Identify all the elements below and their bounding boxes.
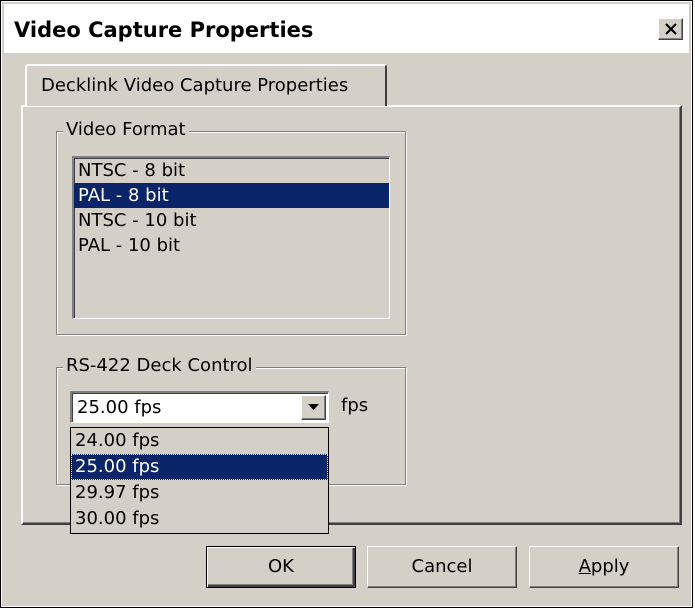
title-bar[interactable]: Video Capture Properties bbox=[4, 4, 689, 53]
list-item-ntsc-10-bit[interactable]: NTSC - 10 bit bbox=[74, 208, 389, 233]
close-button[interactable] bbox=[658, 18, 683, 40]
apply-label-rest: pply bbox=[590, 556, 630, 577]
deck-control-legend: RS-422 Deck Control bbox=[63, 355, 256, 376]
fps-unit-label: fps bbox=[341, 395, 369, 416]
video-capture-properties-dialog: Video Capture Properties Decklink Video … bbox=[0, 0, 693, 608]
chevron-down-icon bbox=[308, 404, 319, 410]
dropdown-button[interactable] bbox=[301, 395, 326, 420]
apply-button[interactable]: Apply bbox=[529, 546, 679, 588]
frame-rate-combobox[interactable]: 25.00 fps bbox=[70, 391, 329, 423]
option-29-97-fps[interactable]: 29.97 fps bbox=[71, 480, 328, 506]
cancel-button[interactable]: Cancel bbox=[367, 546, 517, 588]
video-format-legend: Video Format bbox=[63, 119, 189, 140]
ok-button[interactable]: OK bbox=[206, 546, 356, 588]
tab-label: Decklink Video Capture Properties bbox=[41, 75, 349, 96]
list-item-pal-10-bit[interactable]: PAL - 10 bit bbox=[74, 233, 389, 258]
list-item-ntsc-8-bit[interactable]: NTSC - 8 bit bbox=[74, 158, 389, 183]
tab-decklink-video-capture-properties[interactable]: Decklink Video Capture Properties bbox=[25, 64, 387, 106]
option-24-fps[interactable]: 24.00 fps bbox=[71, 428, 328, 454]
frame-rate-value: 25.00 fps bbox=[77, 397, 162, 418]
apply-mnemonic: A bbox=[578, 556, 591, 577]
video-format-listbox[interactable]: NTSC - 8 bit PAL - 8 bit NTSC - 10 bit P… bbox=[72, 156, 390, 319]
window-title: Video Capture Properties bbox=[14, 18, 314, 42]
option-25-fps[interactable]: 25.00 fps bbox=[71, 454, 328, 480]
close-icon bbox=[664, 23, 677, 35]
option-30-fps[interactable]: 30.00 fps bbox=[71, 506, 328, 532]
frame-rate-dropdown-list[interactable]: 24.00 fps 25.00 fps 29.97 fps 30.00 fps bbox=[70, 427, 329, 534]
list-item-pal-8-bit[interactable]: PAL - 8 bit bbox=[74, 183, 389, 208]
